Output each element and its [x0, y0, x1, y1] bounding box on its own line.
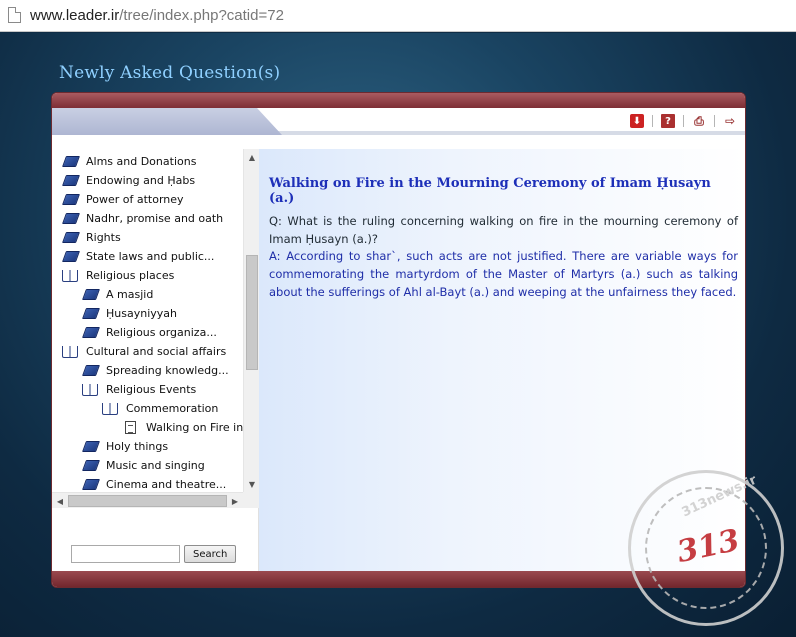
- tree-item-label: State laws and public...: [86, 250, 215, 263]
- tree-item[interactable]: Cinema and theatre...: [81, 475, 227, 492]
- tree-item[interactable]: Commemoration: [102, 399, 218, 418]
- tree-item[interactable]: Cultural and social affairs: [62, 342, 226, 361]
- tree-item-label: Religious Events: [106, 383, 197, 396]
- tree-item-label: Cinema and theatre...: [106, 478, 227, 491]
- book-closed-icon: [61, 251, 81, 262]
- search-button[interactable]: Search: [184, 545, 237, 563]
- tree-horizontal-scrollbar[interactable]: ◀ ▶: [52, 492, 243, 508]
- tree-item-label: Nadhr, promise and oath: [86, 212, 224, 225]
- book-closed-icon: [81, 460, 101, 471]
- tree-item-label: Commemoration: [126, 402, 219, 415]
- tree-item[interactable]: Holy things: [81, 437, 169, 456]
- tree-item[interactable]: Nadhr, promise and oath: [61, 209, 224, 228]
- article-answer: A: According to shar`, such acts are not…: [269, 249, 738, 299]
- category-tree-pane: Alms and Donations Endowing and Ḥabs Power…: [52, 149, 259, 571]
- book-closed-icon: [81, 479, 101, 490]
- tree-item[interactable]: Spreading knowledg...: [81, 361, 229, 380]
- scroll-right-icon[interactable]: ▶: [227, 493, 243, 509]
- scroll-up-icon[interactable]: ▲: [244, 149, 260, 165]
- toolbar-tab: [52, 108, 282, 135]
- scroll-left-icon[interactable]: ◀: [52, 493, 68, 509]
- book-open-icon: [82, 383, 98, 396]
- tree-item[interactable]: Power of attorney: [61, 190, 184, 209]
- tree-vertical-scrollbar[interactable]: ▲ ▼: [243, 149, 259, 492]
- toolbar-divider: [714, 115, 715, 127]
- tree-item-label: Power of attorney: [86, 193, 184, 206]
- toolbar-icons: ⬇ ? ⎙ ⇨: [630, 113, 737, 129]
- tree-item-label: Spreading knowledg...: [106, 364, 229, 377]
- tree-item[interactable]: Endowing and Ḥabs: [61, 171, 196, 190]
- tree-item-label: Music and singing: [106, 459, 205, 472]
- url-text[interactable]: www.leader.ir/tree/index.php?catid=72: [30, 7, 284, 24]
- window-top-bar: [52, 93, 745, 108]
- scrollbar-thumb[interactable]: [246, 255, 258, 370]
- article-title: Walking on Fire in the Mourning Ceremony…: [269, 176, 711, 206]
- tree-item[interactable]: Religious organiza...: [81, 323, 217, 342]
- document-icon: [125, 421, 136, 434]
- tree-item[interactable]: Music and singing: [81, 456, 205, 475]
- tree-item-label: Religious organiza...: [106, 326, 217, 339]
- address-bar[interactable]: www.leader.ir/tree/index.php?catid=72: [0, 0, 796, 32]
- page-icon: [8, 7, 21, 23]
- scrollbar-thumb[interactable]: [68, 495, 227, 507]
- watermark-seal: 313news.ir 313: [628, 470, 784, 626]
- tree-item[interactable]: State laws and public...: [61, 247, 215, 266]
- tree-item-label: Holy things: [106, 440, 169, 453]
- book-closed-icon: [61, 194, 81, 205]
- book-closed-icon: [61, 156, 81, 167]
- toolbar-divider: [652, 115, 653, 127]
- category-tree: Alms and Donations Endowing and Ḥabs Power…: [52, 149, 243, 492]
- page-title: Newly Asked Question(s): [59, 63, 281, 83]
- article-question: Q: What is the ruling concerning walking…: [269, 214, 738, 246]
- tree-item[interactable]: Walking on Fire in...: [122, 418, 243, 437]
- scroll-down-icon[interactable]: ▼: [244, 476, 260, 492]
- book-open-icon: [62, 269, 78, 282]
- tree-item-label: Rights: [86, 231, 121, 244]
- tree-item-label: Alms and Donations: [86, 155, 197, 168]
- tree-item-label: Religious places: [86, 269, 175, 282]
- download-icon[interactable]: ⬇: [630, 114, 644, 128]
- tree-item[interactable]: Religious places: [62, 266, 174, 285]
- tree-item[interactable]: Ḥusayniyyah: [81, 304, 177, 323]
- tree-item-label: Endowing and Ḥabs: [86, 174, 196, 187]
- book-closed-icon: [61, 213, 81, 224]
- book-closed-icon: [81, 327, 101, 338]
- book-closed-icon: [61, 175, 81, 186]
- scrollbar-corner: [243, 492, 259, 508]
- tree-item[interactable]: Alms and Donations: [61, 152, 197, 171]
- book-open-icon: [62, 345, 78, 358]
- help-icon[interactable]: ?: [661, 114, 675, 128]
- tree-item-label: Cultural and social affairs: [86, 345, 227, 358]
- tree-item-label: Ḥusayniyyah: [106, 307, 177, 320]
- book-closed-icon: [61, 232, 81, 243]
- tree-item-label: A masjid: [106, 288, 154, 301]
- toolbar: ⬇ ? ⎙ ⇨: [52, 108, 745, 135]
- book-closed-icon: [81, 308, 101, 319]
- search-row: Search: [71, 545, 237, 563]
- book-closed-icon: [81, 441, 101, 452]
- tree-item[interactable]: Rights: [61, 228, 121, 247]
- print-icon[interactable]: ⎙: [692, 114, 706, 128]
- tree-item-label: Walking on Fire in...: [146, 421, 243, 434]
- book-open-icon: [102, 402, 118, 415]
- tree-item[interactable]: Religious Events: [82, 380, 196, 399]
- book-closed-icon: [81, 289, 101, 300]
- toolbar-divider: [683, 115, 684, 127]
- search-input[interactable]: [71, 545, 180, 563]
- exit-icon[interactable]: ⇨: [723, 114, 737, 128]
- book-closed-icon: [81, 365, 101, 376]
- tree-item[interactable]: A masjid: [81, 285, 154, 304]
